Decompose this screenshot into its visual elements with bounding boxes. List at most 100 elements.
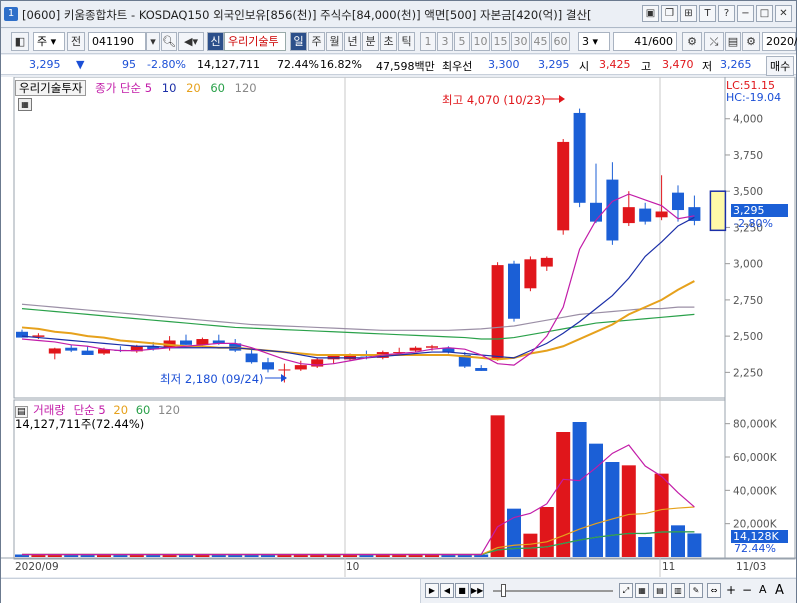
- stop-icon[interactable]: ■: [455, 583, 469, 598]
- toolbar: ◧ 주 ▾ 전 041190 ▾ 🔍︎ ◀▾ 신 우리기술투 3 ▾ 41/60…: [1, 29, 797, 54]
- last-price-tag: 3,295: [731, 204, 788, 217]
- low-label: 저: [702, 60, 713, 73]
- volume-bar-35: [589, 443, 603, 557]
- last-price-pct: -2.80%: [734, 217, 773, 230]
- candle-body-25: [426, 346, 438, 348]
- minute-3[interactable]: 3: [437, 32, 453, 51]
- zoom-slider[interactable]: [493, 590, 613, 592]
- minute-45[interactable]: 45: [531, 32, 550, 51]
- high-price: 3,470: [662, 58, 694, 71]
- bar-icon[interactable]: ▥: [671, 583, 685, 598]
- interval-value: 3: [582, 35, 589, 48]
- candle-body-17: [294, 365, 307, 370]
- ma-period-60: 60: [210, 81, 225, 95]
- minute-10[interactable]: 10: [471, 32, 490, 51]
- timeframe-1[interactable]: 주: [308, 32, 325, 51]
- font-icon[interactable]: T: [699, 5, 716, 22]
- volume-bar-37: [621, 465, 636, 557]
- sound-icon[interactable]: ◀▾: [178, 32, 204, 51]
- timeframe-5[interactable]: 초: [380, 32, 397, 51]
- timeframe-0[interactable]: 일: [290, 32, 307, 51]
- close-icon[interactable]: ✕: [775, 5, 792, 22]
- pin-icon[interactable]: ▣: [642, 5, 659, 22]
- title-buttons: ▣ ❐ ⊞ T ? − □ ✕: [642, 5, 792, 22]
- layout-icon[interactable]: ⊞: [680, 5, 697, 22]
- fast-forward-icon[interactable]: ▶▶: [470, 583, 484, 598]
- interval-select[interactable]: 3 ▾: [578, 32, 610, 51]
- vol-ma-20: 20: [113, 403, 129, 417]
- price-tick-label-0: 4,000: [733, 114, 763, 126]
- stock-name-tag[interactable]: 우리기술투자: [15, 80, 87, 96]
- crosshair-icon[interactable]: ⤯: [704, 32, 724, 51]
- volume-bar-34: [572, 422, 587, 557]
- ma-period-20: 20: [186, 81, 201, 95]
- turnover-rate: 16.82%: [320, 58, 362, 71]
- save-icon[interactable]: ▤: [725, 32, 741, 51]
- zoom-slider-handle[interactable]: [501, 584, 506, 597]
- zoom-in-icon[interactable]: +: [726, 583, 736, 597]
- settings-icon[interactable]: ⚙: [682, 32, 702, 51]
- scroll-track[interactable]: [1, 579, 421, 603]
- candle-body-32: [540, 257, 553, 267]
- chart-area[interactable]: 4,000 3,750 3,500 3,250 3,000 2,750 2,500 2,250…: [1, 76, 796, 577]
- search-icon[interactable]: 🔍︎: [161, 32, 177, 51]
- minute-15[interactable]: 15: [491, 32, 510, 51]
- help-icon[interactable]: ?: [718, 5, 735, 22]
- grid-icon[interactable]: ▦: [18, 98, 32, 111]
- pen-icon[interactable]: ✎: [689, 583, 703, 598]
- stock-name[interactable]: 우리기술투: [224, 32, 286, 51]
- calendar-icon[interactable]: ▦: [635, 583, 649, 598]
- open-label: 시: [579, 60, 590, 73]
- minute-30[interactable]: 30: [511, 32, 530, 51]
- volume-value-label: 14,127,711주(72.44%): [15, 417, 145, 431]
- date-field[interactable]: 2020/: [762, 32, 797, 51]
- price-tick-label-2: 3,500: [733, 186, 763, 198]
- zoom-out-icon[interactable]: −: [742, 583, 752, 597]
- timeframe-6[interactable]: 틱: [398, 32, 415, 51]
- timeframe-3[interactable]: 년: [344, 32, 361, 51]
- candle-body-4: [81, 350, 94, 355]
- scroll-left-icon[interactable]: ▶: [425, 583, 439, 598]
- minute-5[interactable]: 5: [454, 32, 470, 51]
- window-title: [0600] 키움종합차트 - KOSDAQ150 외국인보유[856(천)] …: [22, 8, 592, 22]
- ma-period-10: 10: [161, 81, 177, 95]
- decrease-font-icon[interactable]: A: [759, 583, 767, 596]
- timeframe-2[interactable]: 월: [326, 32, 343, 51]
- candle-body-33: [557, 141, 570, 231]
- play-icon[interactable]: ◀: [440, 583, 454, 598]
- low-price: 3,265: [720, 58, 752, 71]
- candle-body-10: [180, 340, 192, 345]
- code-dropdown-icon[interactable]: ▾: [146, 32, 160, 51]
- buy-button[interactable]: 매수: [766, 56, 795, 76]
- current-price: 3,295: [29, 58, 61, 71]
- prev-button[interactable]: 전: [67, 32, 85, 51]
- minute-1[interactable]: 1: [420, 32, 436, 51]
- volume-bar-32: [539, 507, 554, 557]
- volume-tick-label-0: 80,000K: [733, 419, 778, 431]
- candle-body-30: [508, 263, 520, 319]
- ma-label: 종가 단순: [95, 81, 142, 95]
- maximize-icon[interactable]: □: [756, 5, 773, 22]
- timeframe-4[interactable]: 분: [362, 32, 379, 51]
- chart-menu-icon[interactable]: ◧: [11, 32, 29, 51]
- window-number-badge[interactable]: 1: [4, 7, 18, 21]
- data-count[interactable]: 41/600: [613, 32, 677, 51]
- candle-body-29: [491, 265, 504, 360]
- period-select[interactable]: 주 ▾: [33, 32, 65, 51]
- price-tick-label-7: 2,250: [733, 367, 763, 379]
- gear-icon[interactable]: ⚙: [742, 32, 760, 51]
- restore-icon[interactable]: ❐: [661, 5, 678, 22]
- minute-60[interactable]: 60: [551, 32, 570, 51]
- arrows-icon[interactable]: ⤢: [619, 583, 633, 598]
- date-icon[interactable]: ▤: [653, 583, 667, 598]
- open-price: 3,425: [599, 58, 631, 71]
- price-volume-chart[interactable]: 4,0003,7503,5003,2503,0002,7502,5002,250…: [1, 76, 796, 577]
- minimize-icon[interactable]: −: [737, 5, 754, 22]
- volume-value: 14,127,711: [197, 58, 260, 71]
- expand-icon[interactable]: ⇔: [707, 583, 721, 598]
- new-listing-badge: 신: [207, 32, 224, 51]
- stock-code-input[interactable]: 041190: [88, 32, 146, 51]
- price-bar: 3,295 ▼ 95 -2.80% 14,127,711 72.44% 16.8…: [1, 55, 796, 76]
- volume-bar-39: [654, 473, 669, 557]
- increase-font-icon[interactable]: A: [775, 583, 784, 598]
